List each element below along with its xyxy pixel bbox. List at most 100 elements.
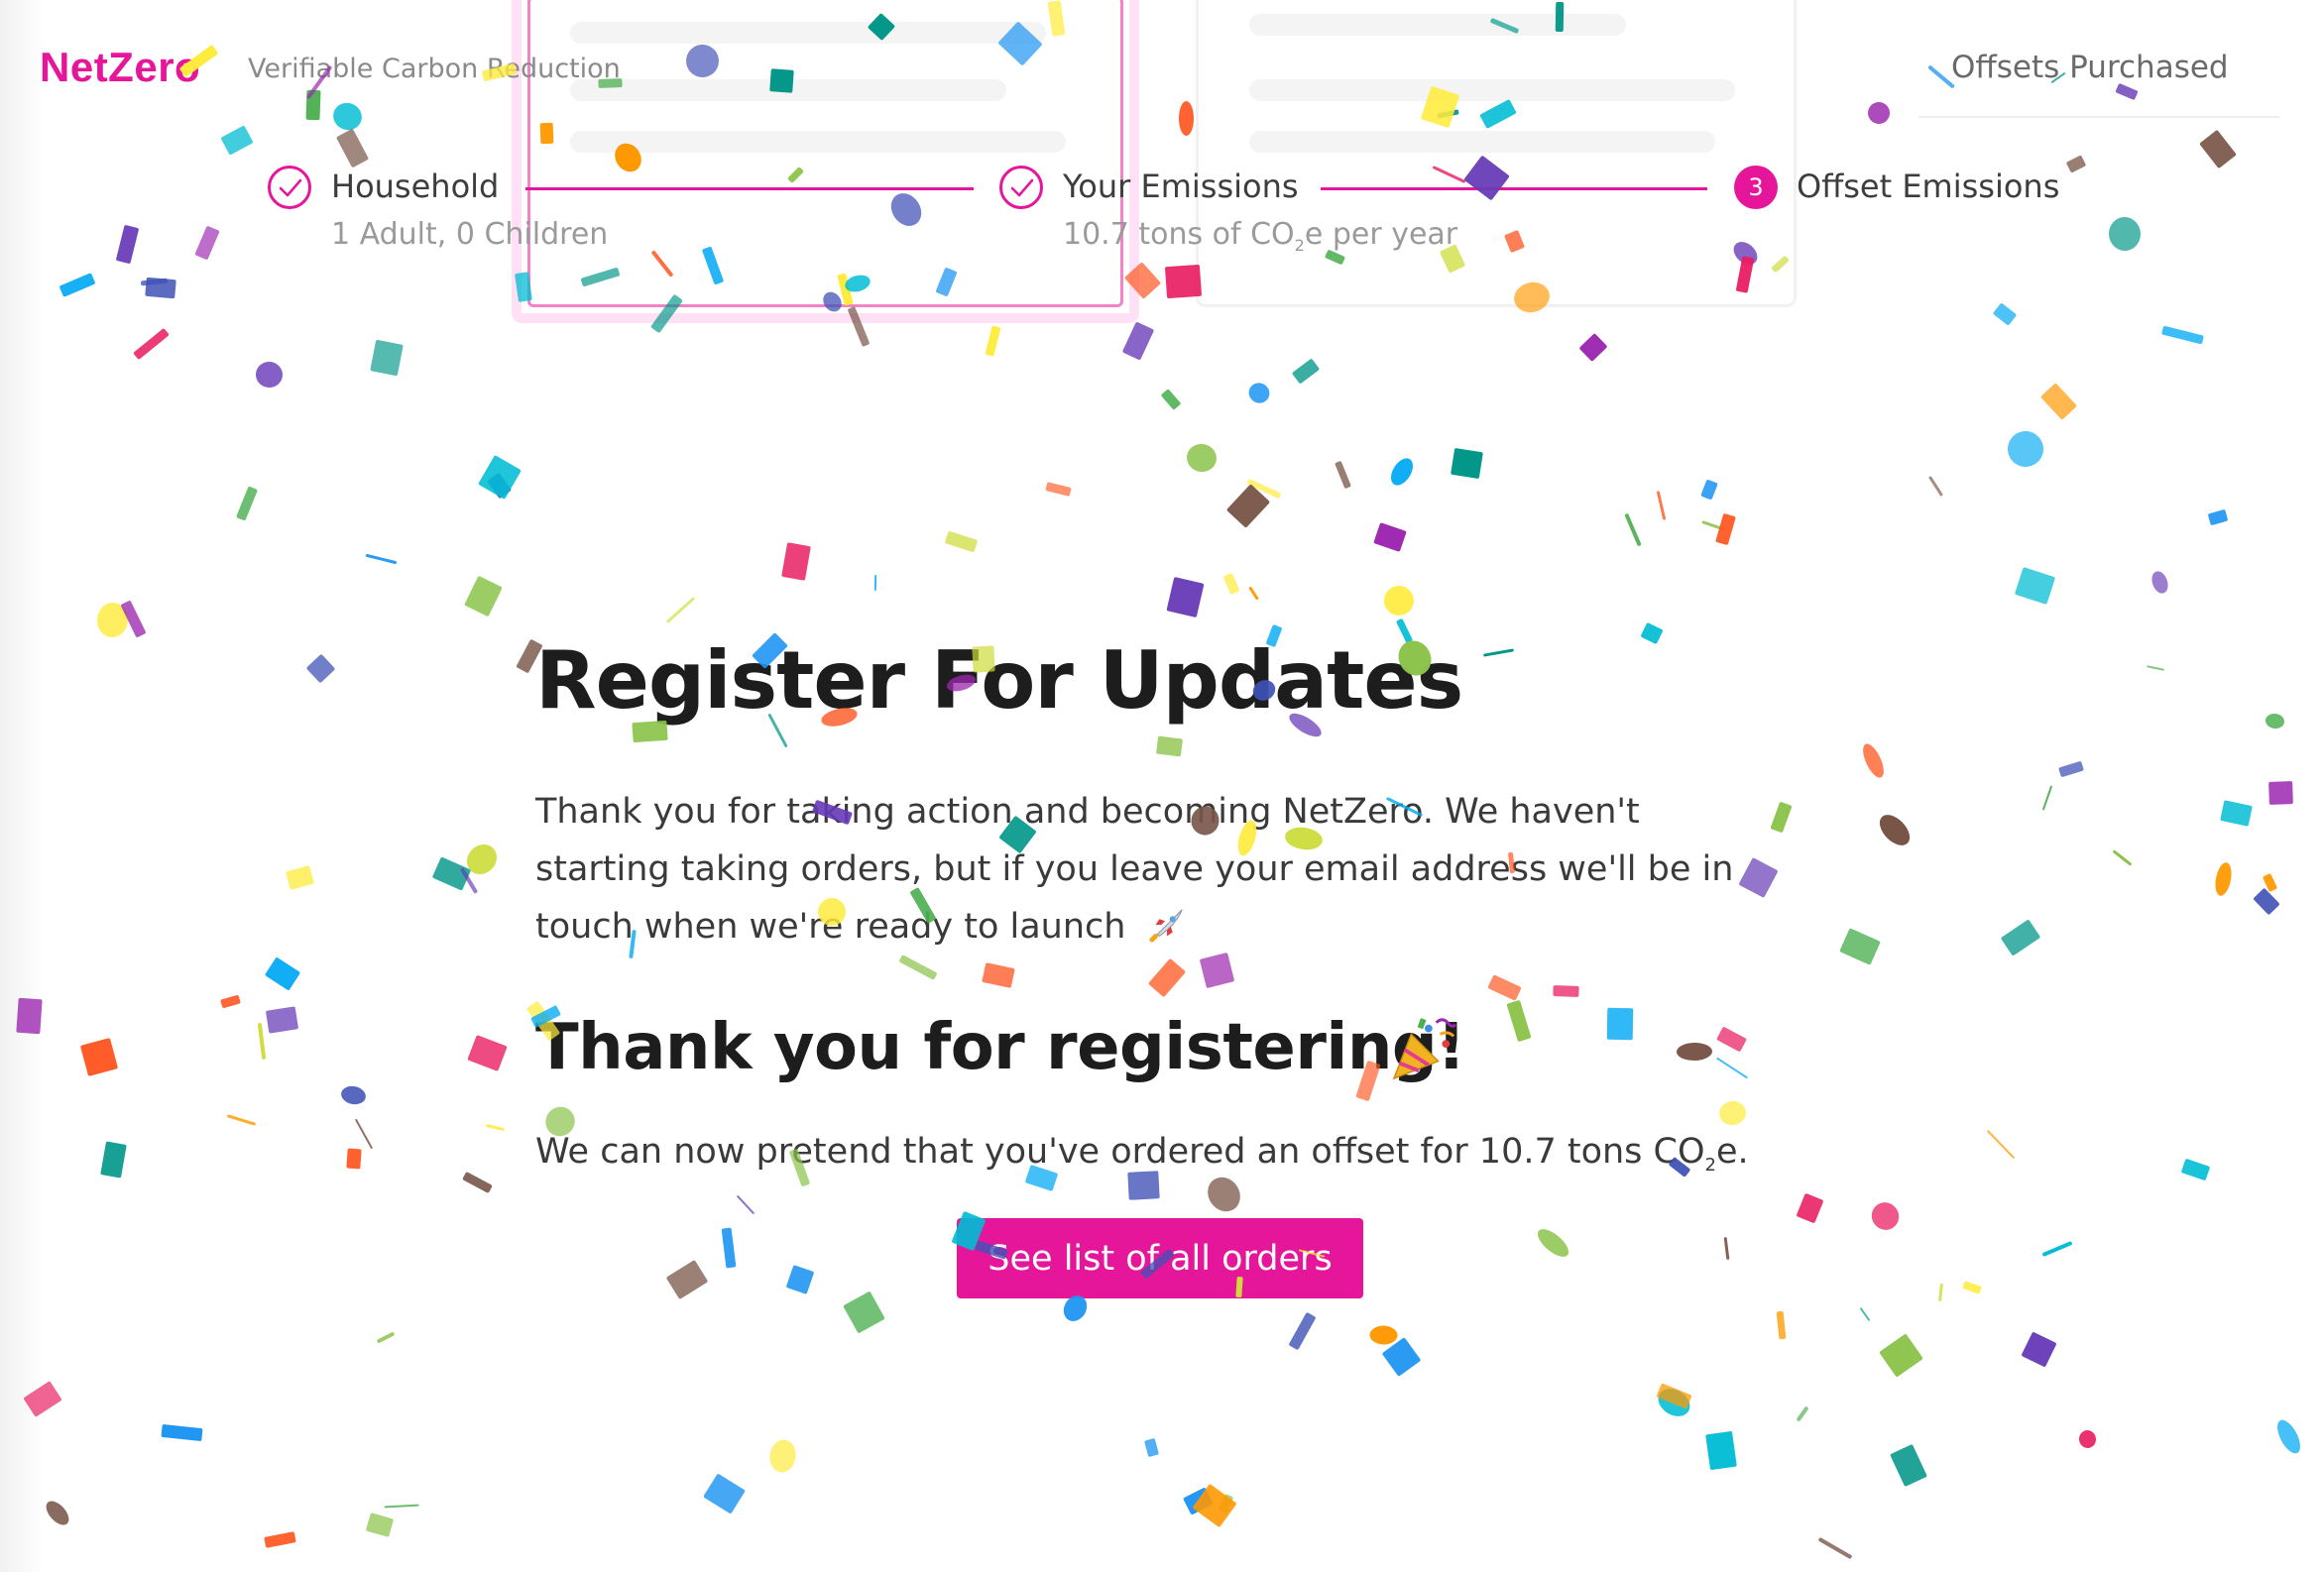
confetti-piece (2000, 919, 2041, 956)
confetti-piece (220, 994, 241, 1009)
confetti-piece (467, 1034, 508, 1072)
confetti-piece (486, 472, 513, 500)
confetti-piece (1369, 1325, 1398, 1345)
confetti-piece (226, 1114, 257, 1126)
confetti-piece (145, 277, 176, 299)
confetti-piece (264, 956, 301, 991)
confetti-piece (944, 530, 979, 553)
see-all-orders-button[interactable]: See list of all orders (957, 1218, 1363, 1298)
step-title: Your Emissions (1063, 168, 1299, 205)
confetti-piece (665, 1259, 709, 1300)
step-title: Offset Emissions (1797, 168, 2060, 205)
offsets-purchased-link[interactable]: Offsets Purchased (1951, 50, 2229, 85)
confetti-piece (194, 225, 220, 261)
confirmation-text: We can now pretend that you've ordered a… (535, 1132, 1749, 1176)
page-title: Register For Updates (535, 634, 1463, 727)
page-edge-shadow (0, 0, 44, 1572)
confetti-piece (843, 1291, 885, 1334)
confetti-piece (95, 601, 130, 639)
confetti-piece (1839, 928, 1881, 965)
step-subtitle: 10.7 tons of CO2e per year (1063, 217, 1458, 255)
confetti-piece (1291, 358, 1321, 385)
confetti-piece (1879, 1333, 1923, 1378)
confetti-piece (898, 954, 938, 980)
confetti-piece (58, 273, 96, 297)
confetti-piece (2014, 566, 2056, 606)
confetti-piece (1776, 1310, 1787, 1340)
header: NetZero Verifiable Carbon Reduction Offs… (0, 0, 2324, 149)
rocket-icon (1149, 909, 1183, 943)
confetti-piece (2180, 1158, 2211, 1181)
confetti-piece (1335, 460, 1351, 490)
confetti-piece (2268, 781, 2293, 805)
confetti-piece (285, 864, 315, 891)
confetti-piece (264, 1531, 296, 1548)
confetti-piece (365, 553, 398, 565)
confetti-piece (1858, 740, 1889, 781)
confetti-piece (1962, 1281, 1982, 1294)
confetti-piece (736, 1194, 755, 1215)
confetti-piece (985, 325, 1001, 357)
confetti-piece (2212, 860, 2235, 898)
confetti-piece (2253, 887, 2280, 916)
confetti-piece (257, 1022, 267, 1061)
confetti-piece (873, 574, 877, 592)
confetti-piece (2262, 872, 2278, 893)
confetti-piece (1866, 1196, 1905, 1236)
confetti-piece (459, 867, 479, 894)
confetti-piece (1386, 454, 1418, 490)
logo[interactable]: NetZero (40, 44, 200, 91)
confetti-piece (1381, 583, 1417, 618)
confetti-piece (1553, 985, 1579, 997)
confetti-piece (255, 361, 284, 389)
confetti-piece (354, 1118, 374, 1150)
confetti-piece (478, 455, 522, 500)
confetti-piece (1796, 1192, 1824, 1224)
confetti-piece (2005, 428, 2046, 470)
confetti-piece (2272, 1416, 2305, 1457)
confetti-piece (1222, 572, 1240, 596)
confetti-piece (1121, 321, 1155, 361)
confetti-piece (1244, 379, 1274, 407)
confetti-piece (1248, 586, 1259, 601)
confetti-piece (2161, 325, 2204, 345)
confetti-piece (1817, 1536, 1853, 1560)
confetti-piece (265, 1006, 299, 1034)
confetti-piece (1796, 1405, 1809, 1422)
confetti-piece (1723, 1236, 1730, 1261)
step-title: Household (331, 168, 500, 205)
confetti-piece (1045, 482, 1072, 497)
confetti-piece (140, 278, 169, 286)
confetti-piece (346, 1148, 362, 1170)
confetti-piece (1656, 491, 1667, 520)
confetti-piece (462, 1171, 493, 1194)
confetti-piece (1927, 476, 1944, 497)
confetti-piece (2041, 1240, 2073, 1258)
confetti-piece (235, 486, 259, 521)
confetti-piece (384, 1504, 419, 1509)
confetti-piece (1874, 809, 1916, 851)
confetti-piece (2265, 712, 2285, 730)
confetti-piece (161, 1423, 203, 1442)
confetti-piece (2041, 785, 2053, 811)
confetti-piece (1533, 1224, 1573, 1262)
confetti-piece (2107, 215, 2143, 253)
confetti-piece (1487, 974, 1522, 1001)
confetti-piece (1653, 1383, 1695, 1422)
confetti-piece (1656, 1383, 1692, 1409)
party-popper-icon (1392, 1018, 1457, 1080)
confetti-piece (1606, 1007, 1634, 1041)
confetti-piece (1938, 1283, 1943, 1302)
confetti-piece (485, 1123, 506, 1132)
confetti-piece (1715, 1057, 1749, 1079)
step-connector (1321, 187, 1707, 190)
confetti-piece (721, 1227, 737, 1269)
confetti-piece (1184, 441, 1220, 475)
confetti-piece (1143, 1437, 1160, 1458)
confetti-piece (1578, 333, 1608, 362)
confetti-piece (1373, 522, 1407, 552)
confetti-piece (305, 653, 336, 684)
confetti-piece (376, 1331, 396, 1344)
confetti-piece (365, 1513, 395, 1537)
step-connector (525, 187, 974, 190)
